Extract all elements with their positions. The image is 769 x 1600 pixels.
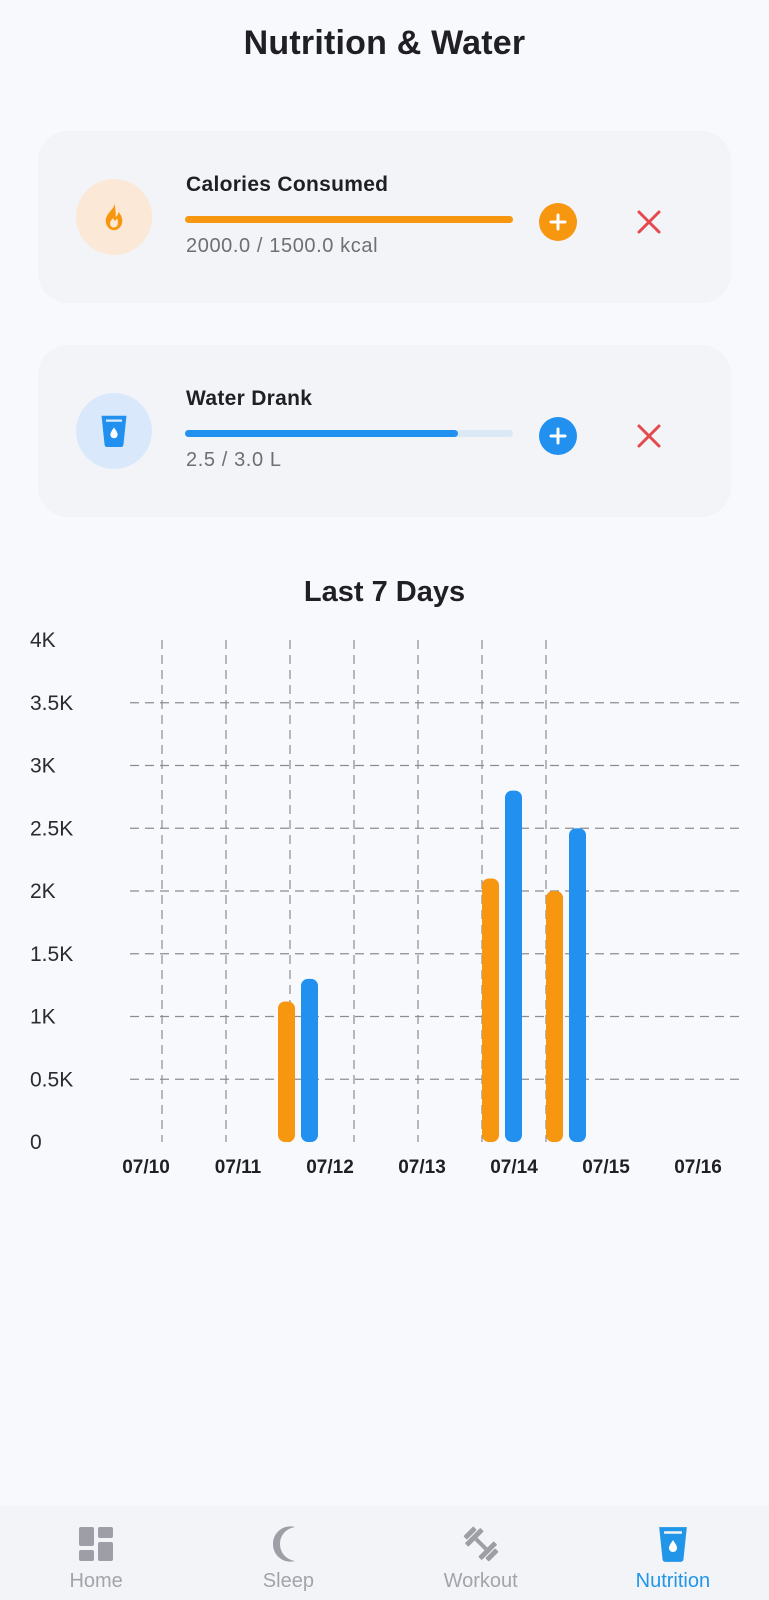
- nav-sleep[interactable]: Sleep: [192, 1506, 384, 1600]
- calories-value: 2000.0 / 1500.0 kcal: [186, 235, 379, 257]
- water-value: 2.5 / 3.0 L: [186, 449, 282, 471]
- page-title: Nutrition & Water: [243, 24, 526, 62]
- nav-home[interactable]: Home: [0, 1506, 192, 1600]
- nav-workout[interactable]: Workout: [385, 1506, 577, 1600]
- water-card: Water Drank 2.5 / 3.0 L: [38, 345, 731, 517]
- water-progress-fill: [185, 430, 459, 437]
- close-icon: [637, 210, 661, 234]
- y-tick-label: 1.5K: [30, 943, 73, 966]
- x-tick-label: 07/11: [215, 1157, 262, 1178]
- y-tick-label: 3.5K: [30, 692, 73, 715]
- y-tick-label: 4K: [30, 629, 56, 652]
- calories-progress-bar: [185, 216, 513, 223]
- dashboard-icon: [79, 1527, 114, 1561]
- chart-title: Last 7 Days: [303, 576, 466, 608]
- y-tick-label: 3K: [30, 755, 56, 778]
- bar: [505, 790, 522, 1142]
- x-tick-label: 07/16: [674, 1157, 722, 1178]
- flame-icon: [105, 202, 123, 231]
- x-tick-label: 07/15: [582, 1157, 630, 1178]
- water-progress-bar: [185, 430, 513, 437]
- add-calories-button[interactable]: [539, 203, 577, 241]
- bar: [301, 978, 318, 1142]
- last-7-days-chart: 0 0.5K 1K 1.5K 2K 2.5K 3K 3.5K 4K 07/10 07/11 07/12…: [30, 629, 740, 1178]
- water-label: Water Drank: [186, 387, 313, 410]
- water-glass-icon: [659, 1527, 687, 1562]
- reset-calories-button[interactable]: [629, 202, 669, 242]
- calories-progress-fill: [185, 216, 513, 223]
- x-tick-label: 07/13: [398, 1157, 446, 1178]
- calories-card: Calories Consumed 2000.0 / 1500.0 kcal: [38, 131, 731, 303]
- nav-nutrition[interactable]: Nutrition: [577, 1506, 769, 1600]
- reset-water-button[interactable]: [629, 416, 669, 456]
- x-tick-label: 07/10: [122, 1157, 170, 1178]
- nav-workout-label: Workout: [443, 1570, 518, 1592]
- x-tick-label: 07/14: [490, 1157, 538, 1178]
- calories-label: Calories Consumed: [186, 173, 389, 196]
- nav-nutrition-label: Nutrition: [635, 1570, 711, 1592]
- bar: [546, 891, 563, 1142]
- x-tick-label: 07/12: [306, 1157, 354, 1178]
- y-tick-label: 2.5K: [30, 817, 73, 840]
- close-icon: [637, 424, 661, 448]
- bar: [482, 878, 499, 1142]
- water-icon-badge: [76, 393, 152, 469]
- y-tick-label: 0: [30, 1131, 42, 1154]
- y-tick-label: 0.5K: [30, 1068, 73, 1091]
- dumbbell-icon: [463, 1526, 498, 1562]
- moon-icon: [273, 1526, 296, 1562]
- bar: [278, 1001, 295, 1142]
- nav-home-label: Home: [69, 1570, 123, 1592]
- nav-sleep-label: Sleep: [262, 1570, 314, 1592]
- y-tick-label: 1K: [30, 1006, 56, 1029]
- add-water-button[interactable]: [539, 417, 577, 455]
- y-tick-label: 2K: [30, 880, 56, 903]
- water-glass-icon: [101, 415, 127, 448]
- calories-icon-badge: [76, 179, 152, 255]
- bar: [569, 828, 586, 1142]
- plus-icon: [549, 427, 567, 445]
- bottom-navigation: Home Sleep Workout Nutrition: [0, 1506, 769, 1600]
- plus-icon: [549, 213, 567, 231]
